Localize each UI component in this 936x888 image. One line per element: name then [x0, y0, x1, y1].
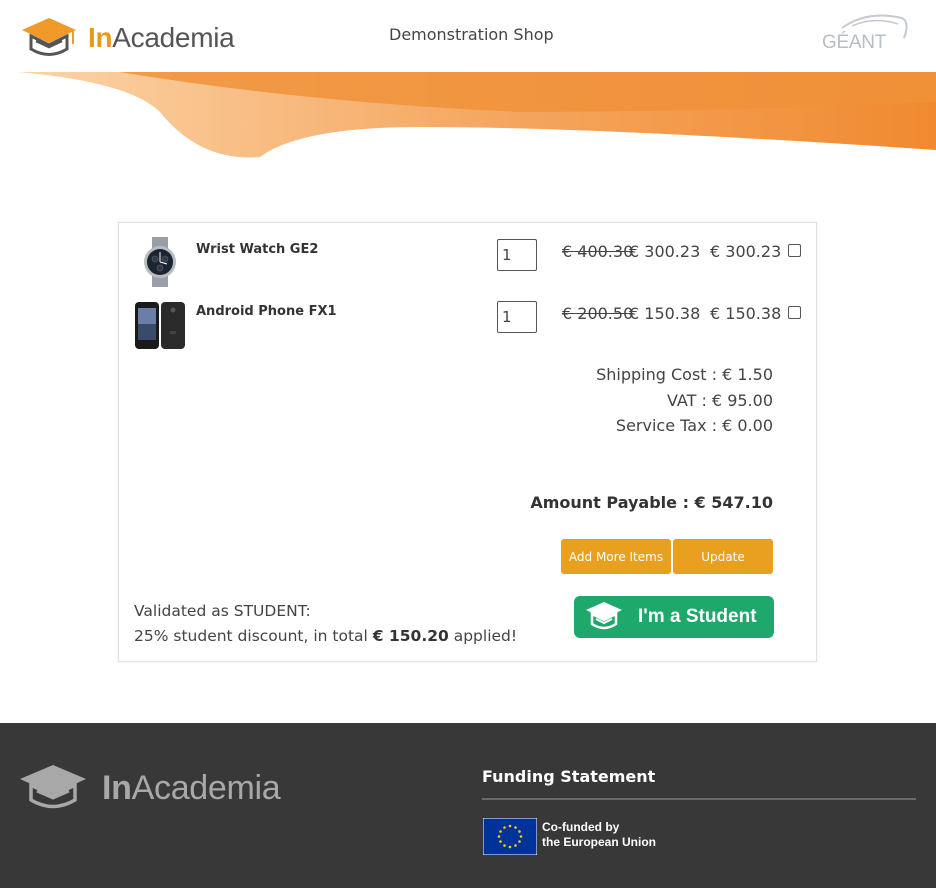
geant-logo: GÉANT: [812, 12, 912, 56]
eu-cofunded-text: Co-funded by the European Union: [542, 820, 656, 849]
cart-panel: Wrist Watch GE2 1 € 400.30 € 300.23 € 30…: [118, 222, 817, 662]
quantity-input[interactable]: 1: [497, 239, 537, 271]
graduation-cap-icon: [22, 18, 76, 56]
divider: [482, 798, 916, 800]
discounted-price: € 150.38: [629, 304, 701, 323]
validation-status: Validated as STUDENT:: [134, 602, 311, 620]
student-button-label: I'm a Student: [638, 606, 757, 627]
discount-amount: € 150.20: [372, 627, 449, 645]
graduation-cap-icon: [20, 765, 86, 809]
footer-logo-text: InAcademia: [102, 768, 281, 807]
line-total: € 150.38: [710, 304, 782, 323]
update-button[interactable]: Update: [673, 539, 773, 574]
phone-image: [135, 302, 185, 349]
amount-payable: Amount Payable : € 547.10: [530, 493, 773, 512]
shop-title: Demonstration Shop: [389, 25, 554, 44]
add-more-items-button[interactable]: Add More Items: [561, 539, 671, 574]
cart-item: Android Phone FX1 1 € 200.50 € 150.38 € …: [119, 299, 816, 355]
im-a-student-button[interactable]: I'm a Student: [574, 596, 774, 638]
item-name[interactable]: Android Phone FX1: [196, 304, 337, 319]
remove-item-checkbox[interactable]: [788, 306, 801, 319]
discount-summary: 25% student discount, in total € 150.20 …: [134, 627, 518, 645]
footer-inacademia-logo[interactable]: InAcademia: [18, 763, 281, 813]
cart-item: Wrist Watch GE2 1 € 400.30 € 300.23 € 30…: [119, 237, 816, 293]
header: InAcademia Demonstration Shop GÉANT: [0, 0, 936, 72]
inacademia-logo[interactable]: InAcademia: [20, 16, 235, 60]
student-validation-message: Validated as STUDENT: 25% student discou…: [134, 599, 517, 649]
old-price: € 400.30: [562, 242, 634, 261]
watch-image: [144, 237, 176, 287]
vat: VAT : € 95.00: [666, 391, 773, 410]
old-price: € 200.50: [562, 304, 634, 323]
footer: InAcademia Funding Statement Co-funded b…: [0, 723, 936, 888]
discounted-price: € 300.23: [629, 242, 701, 261]
remove-item-checkbox[interactable]: [788, 244, 801, 257]
item-name[interactable]: Wrist Watch GE2: [196, 242, 318, 257]
quantity-input[interactable]: 1: [497, 301, 537, 333]
service-tax: Service Tax : € 0.00: [615, 416, 773, 435]
graduation-cap-icon: [586, 602, 622, 630]
shipping-cost: Shipping Cost : € 1.50: [596, 365, 773, 384]
line-total: € 300.23: [710, 242, 782, 261]
header-wave-banner: [18, 72, 936, 158]
logo-text: InAcademia: [88, 22, 235, 53]
eu-flag-icon: [483, 818, 537, 855]
funding-statement-title: Funding Statement: [482, 767, 656, 786]
